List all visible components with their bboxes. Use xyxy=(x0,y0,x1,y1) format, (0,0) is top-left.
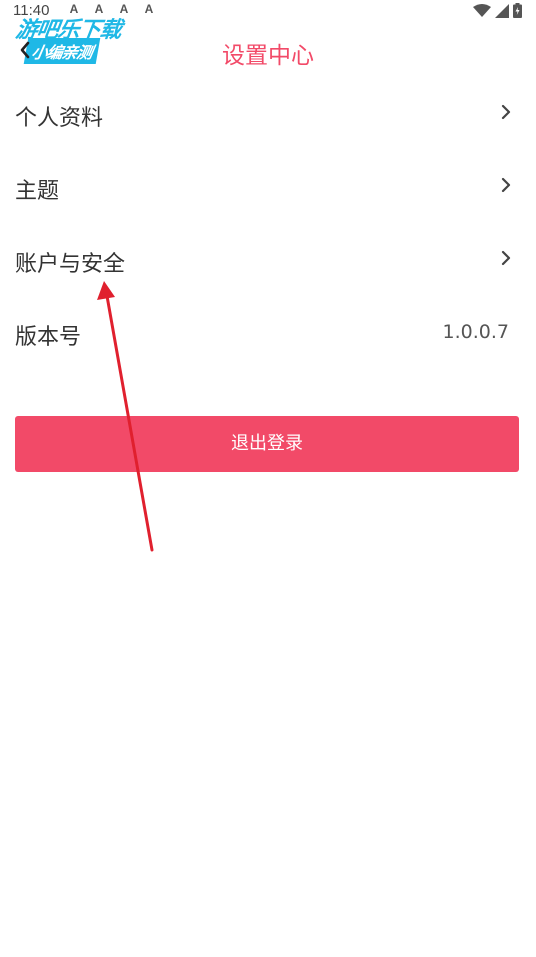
settings-item-label: 版本号 xyxy=(15,325,82,350)
page-title: 设置中心 xyxy=(222,43,314,69)
system-icons xyxy=(473,3,522,18)
battery-icon xyxy=(513,3,522,18)
wifi-icon xyxy=(473,3,491,17)
signal-icon xyxy=(495,3,509,18)
settings-list: 个人资料 主题 账户与安全 版本号 1.0.0.7 xyxy=(0,78,536,370)
settings-item-version: 版本号 1.0.0.7 xyxy=(0,297,536,370)
chevron-right-icon xyxy=(501,104,511,120)
version-value: 1.0.0.7 xyxy=(442,321,509,343)
settings-item-label: 个人资料 xyxy=(15,106,104,131)
chevron-right-icon xyxy=(501,177,511,193)
settings-item-theme[interactable]: 主题 xyxy=(0,151,536,224)
logout-button[interactable]: 退出登录 xyxy=(15,416,519,472)
chevron-right-icon xyxy=(501,250,511,266)
settings-item-label: 账户与安全 xyxy=(15,252,126,277)
settings-item-label: 主题 xyxy=(15,179,60,204)
settings-item-account-security[interactable]: 账户与安全 xyxy=(0,224,536,297)
settings-item-profile[interactable]: 个人资料 xyxy=(0,78,536,151)
